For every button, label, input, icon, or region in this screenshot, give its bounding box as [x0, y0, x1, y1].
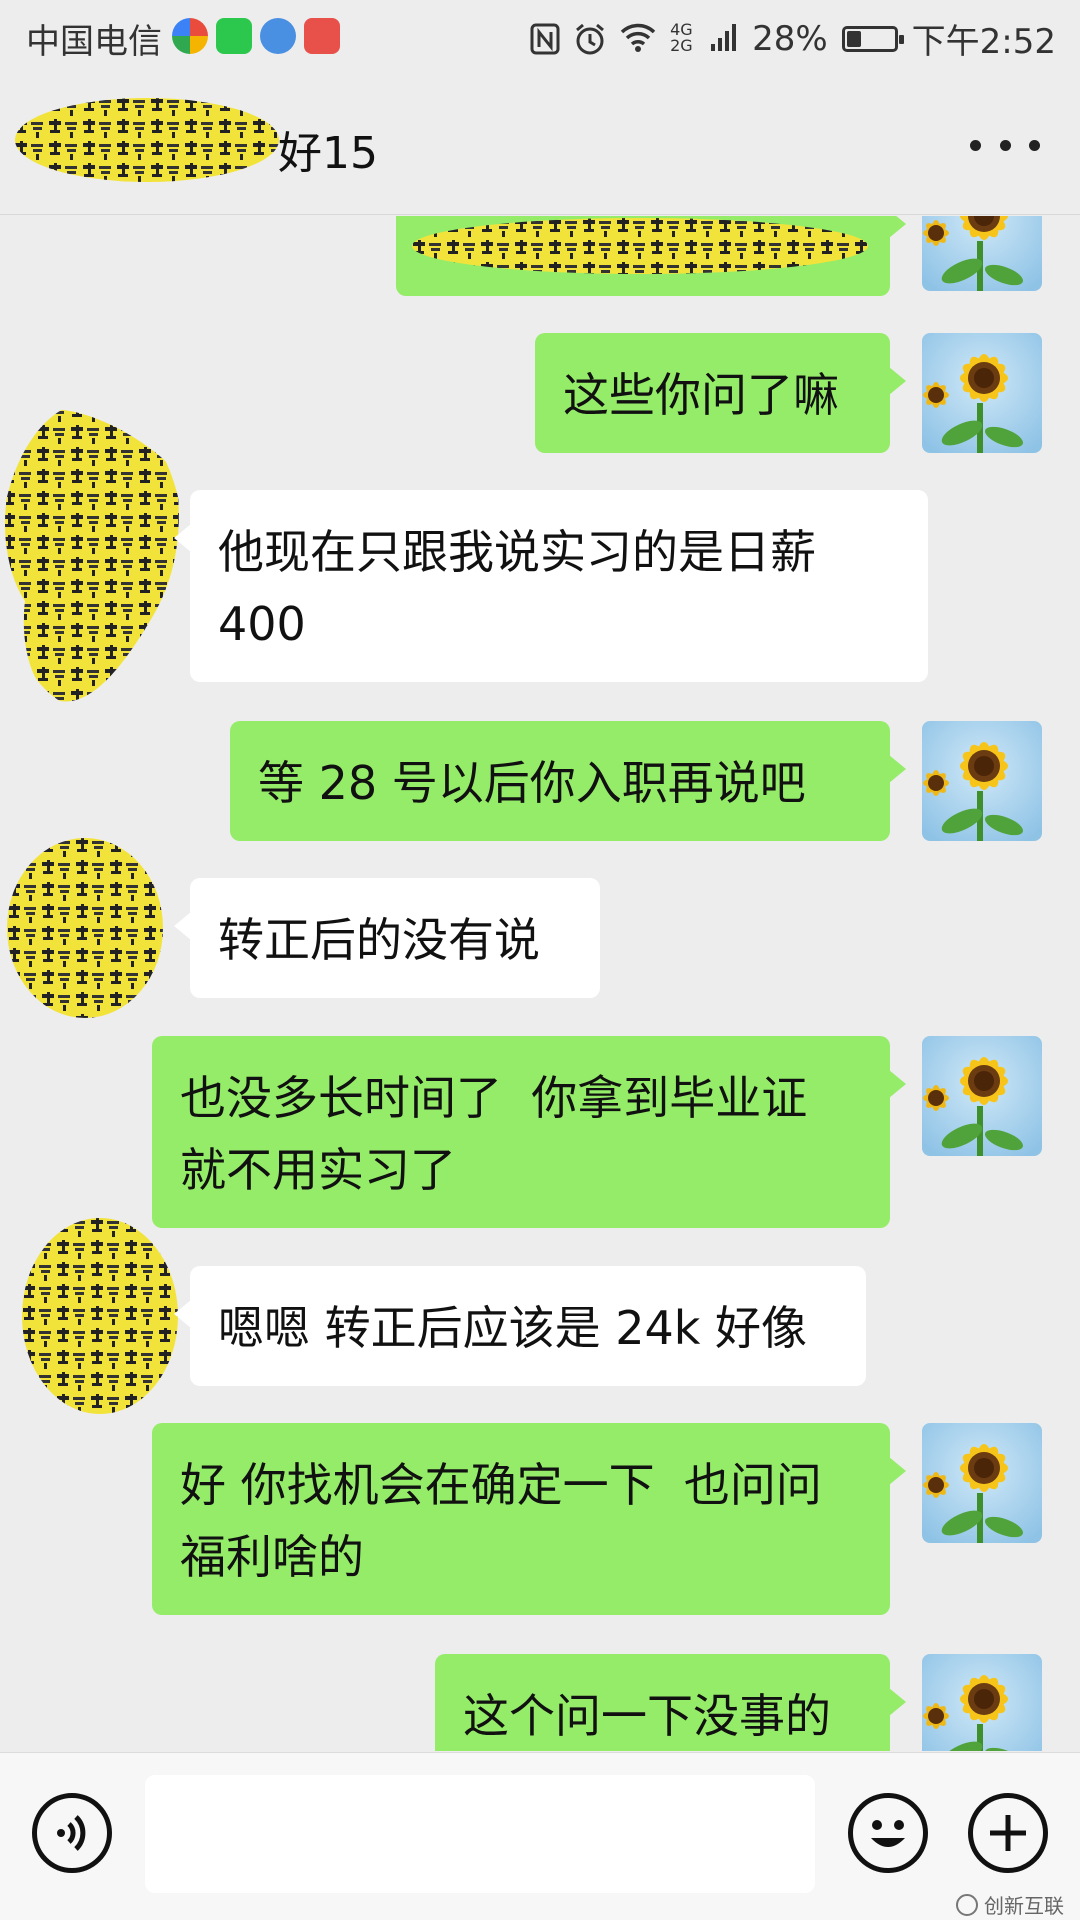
contact-avatar-mosaic[interactable] — [20, 1216, 180, 1416]
watermark-text: 创新互联 — [984, 1894, 1064, 1918]
message-bubble-outgoing[interactable] — [396, 216, 906, 296]
message-bubble-incoming[interactable]: 他现在只跟我说实习的是日薪 400 — [174, 490, 928, 682]
own-avatar[interactable] — [922, 333, 1042, 453]
more-options-button[interactable] — [970, 125, 1040, 165]
alarm-icon — [574, 22, 606, 56]
cloud-app-icon — [260, 18, 296, 54]
own-avatar[interactable] — [922, 1423, 1042, 1543]
chat-title: 好15 — [278, 128, 378, 179]
message-bubble-incoming[interactable]: 转正后的没有说 — [174, 878, 600, 998]
notification-icons — [172, 18, 340, 54]
battery-percent: 28% — [752, 18, 828, 59]
nfc-icon — [530, 22, 560, 56]
message-mosaic — [412, 218, 868, 274]
message-bubble-incoming[interactable]: 嗯嗯 转正后应该是 24k 好像 — [174, 1266, 866, 1386]
own-avatar[interactable] — [922, 1654, 1042, 1751]
watermark-logo-icon — [956, 1893, 978, 1916]
own-avatar[interactable] — [922, 721, 1042, 841]
message-list[interactable]: 这些你问了嘛 他现在只跟我说实习的是日薪 400 等 28 号以后你入职再说吧 … — [0, 216, 1080, 1751]
iqiyi-icon — [216, 18, 252, 54]
emoji-icon — [871, 1820, 905, 1847]
message-bubble-outgoing[interactable]: 等 28 号以后你入职再说吧 — [230, 721, 906, 841]
message-bubble-outgoing[interactable]: 这些你问了嘛 — [535, 333, 906, 453]
app-notification-icon — [172, 18, 208, 54]
plus-icon — [990, 1815, 1026, 1851]
status-bar: 中国电信 4G 2G 28% 下午2:52 — [0, 0, 1080, 75]
carrier-name: 中国电信 — [26, 22, 162, 62]
emoji-button[interactable] — [848, 1793, 928, 1873]
contact-avatar-mosaic[interactable] — [0, 401, 185, 711]
clock: 下午2:52 — [911, 22, 1056, 62]
voice-button[interactable] — [32, 1793, 112, 1873]
app-red-icon — [304, 18, 340, 54]
input-bar — [0, 1752, 1080, 1920]
battery-level — [846, 30, 861, 47]
contact-avatar-mosaic[interactable] — [5, 836, 165, 1021]
watermark: 创新互联 — [956, 1890, 1064, 1919]
network-type: 4G 2G — [670, 19, 693, 55]
message-bubble-outgoing[interactable]: 也没多长时间了 你拿到毕业证 就不用实习了 — [152, 1036, 906, 1228]
own-avatar[interactable] — [922, 216, 1042, 291]
battery-icon — [841, 25, 904, 52]
chat-header: 好15 — [0, 75, 1080, 215]
signal-icon — [710, 22, 738, 56]
message-bubble-outgoing[interactable]: 这个问一下没事的 — [435, 1654, 906, 1751]
message-bubble-outgoing[interactable]: 好 你找机会在确定一下 也问问 福利啥的 — [152, 1423, 906, 1615]
more-dots-icon — [970, 139, 981, 151]
own-avatar[interactable] — [922, 1036, 1042, 1156]
wifi-icon — [620, 22, 656, 56]
voice-icon — [57, 1815, 86, 1851]
status-indicators: 4G 2G 28% 下午2:52 — [530, 14, 1056, 63]
more-functions-button[interactable] — [968, 1793, 1048, 1873]
message-input[interactable] — [145, 1775, 815, 1893]
contact-name-mosaic — [15, 98, 279, 182]
